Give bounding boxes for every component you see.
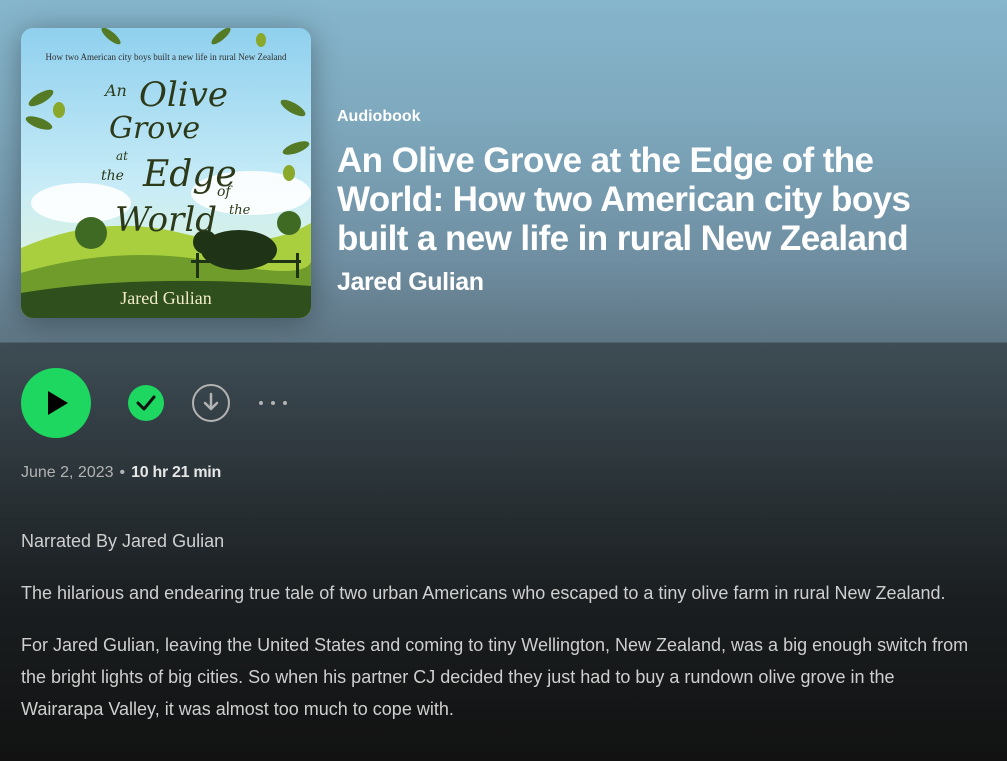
check-icon (136, 395, 156, 411)
content-type-label: Audiobook (337, 108, 421, 125)
svg-text:World: World (115, 200, 217, 240)
play-button[interactable] (21, 368, 91, 438)
release-date: June 2, 2023 (21, 464, 114, 481)
svg-text:the: the (229, 203, 251, 218)
page-title: An Olive Grove at the Edge of the World:… (337, 141, 911, 258)
more-icon (259, 401, 263, 405)
svg-text:Grove: Grove (109, 111, 200, 146)
duration: 10 hr 21 min (131, 464, 221, 481)
release-info: June 2, 2023 • 10 hr 21 min (21, 464, 221, 482)
svg-text:An: An (103, 81, 127, 100)
author-link[interactable]: Jared Gulian (337, 268, 987, 297)
action-bar (21, 368, 321, 438)
header-meta: Audiobook An Olive Grove at the Edge of … (337, 108, 987, 297)
cover-author: Jared Gulian (120, 288, 211, 308)
description: Narrated By Jared Gulian The hilarious a… (21, 525, 981, 745)
download-icon (203, 392, 219, 411)
play-icon (48, 391, 68, 415)
audiobook-header: How two American city boys built a new l… (0, 0, 1007, 343)
description-paragraph: For Jared Gulian, leaving the United Sta… (21, 635, 969, 719)
separator-dot: • (119, 464, 126, 481)
svg-text:Olive: Olive (139, 75, 228, 115)
cover-tagline: How two American city boys built a new l… (46, 52, 287, 62)
cover-art: How two American city boys built a new l… (21, 28, 311, 318)
narrator-line: Narrated By Jared Gulian (21, 531, 225, 551)
svg-text:at: at (116, 149, 128, 163)
svg-text:the: the (101, 168, 124, 184)
saved-button[interactable] (128, 385, 164, 421)
more-options-button[interactable] (257, 392, 297, 414)
description-paragraph: The hilarious and endearing true tale of… (21, 583, 946, 603)
download-button[interactable] (192, 384, 230, 422)
